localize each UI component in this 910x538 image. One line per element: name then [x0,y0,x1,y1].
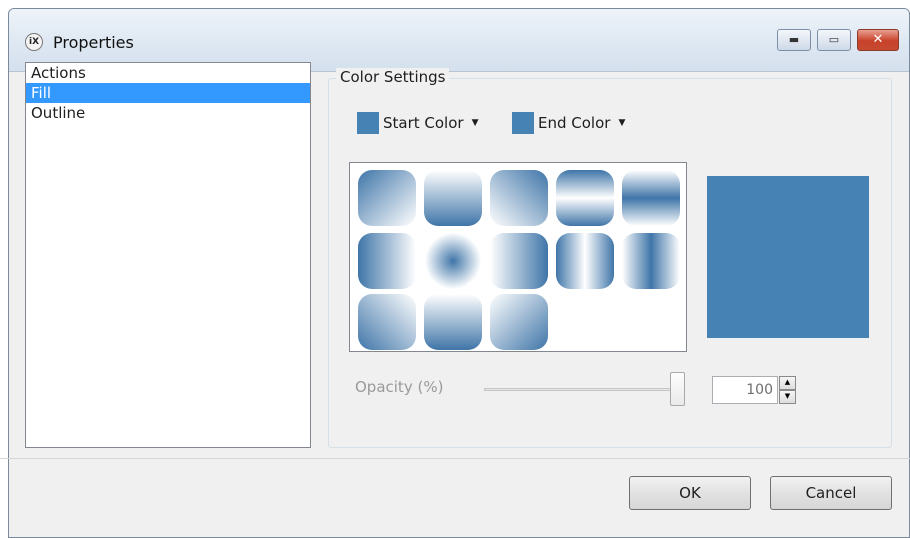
gradient-preset-tile[interactable] [490,170,548,226]
opacity-spinner: 100 ▲ ▼ [712,376,798,404]
maximize-button[interactable]: ▭ [817,29,851,51]
ok-button[interactable]: OK [629,476,751,510]
gradient-preset-tile[interactable] [424,170,482,226]
gradient-preset-tile[interactable] [424,233,482,289]
list-item-fill[interactable]: Fill [26,83,310,103]
cancel-button[interactable]: Cancel [770,476,892,510]
gradient-preset-tile[interactable] [556,233,614,289]
spinner-buttons: ▲ ▼ [779,376,796,404]
minimize-button[interactable]: ▬ [777,29,811,51]
category-list[interactable]: Actions Fill Outline [25,62,311,448]
dropdown-arrow-icon: ▼ [618,118,626,128]
gradient-preset-tile[interactable] [622,233,680,289]
gradient-preset-tile[interactable] [556,170,614,226]
spin-down-icon[interactable]: ▼ [779,390,796,404]
gradient-preset-tile[interactable] [358,294,416,350]
list-item-outline[interactable]: Outline [26,103,310,123]
footer-separator [0,458,910,459]
gradient-preset-tile[interactable] [424,294,482,350]
end-color-button[interactable]: End Color ▼ [512,112,625,134]
caption-buttons: ▬ ▭ ✕ [777,29,899,51]
minimize-icon: ▬ [788,33,800,46]
gradient-preset-tile[interactable] [490,294,548,350]
end-color-label: End Color [538,114,611,132]
dropdown-arrow-icon: ▼ [471,118,479,128]
gradient-preset-grid [349,162,687,352]
close-button[interactable]: ✕ [857,29,899,51]
maximize-icon: ▭ [828,33,840,46]
list-item-actions[interactable]: Actions [26,63,310,83]
gradient-preset-tile[interactable] [358,233,416,289]
opacity-slider-thumb[interactable] [670,372,685,406]
start-color-button[interactable]: Start Color ▼ [357,112,479,134]
gradient-preset-tile[interactable] [622,170,680,226]
opacity-slider-track[interactable] [484,388,680,391]
opacity-label: Opacity (%) [355,378,444,396]
gradient-preset-tile[interactable] [490,233,548,289]
color-preview [707,176,869,338]
opacity-value-input[interactable]: 100 [712,376,778,404]
close-icon: ✕ [872,32,884,47]
color-settings-title: Color Settings [336,68,450,86]
gradient-preset-tile[interactable] [358,170,416,226]
end-color-swatch [512,112,534,134]
start-color-label: Start Color [383,114,464,132]
spin-up-icon[interactable]: ▲ [779,376,796,390]
ix-logo-icon: iX [25,33,43,51]
start-color-swatch [357,112,379,134]
window-title: Properties [53,33,134,52]
